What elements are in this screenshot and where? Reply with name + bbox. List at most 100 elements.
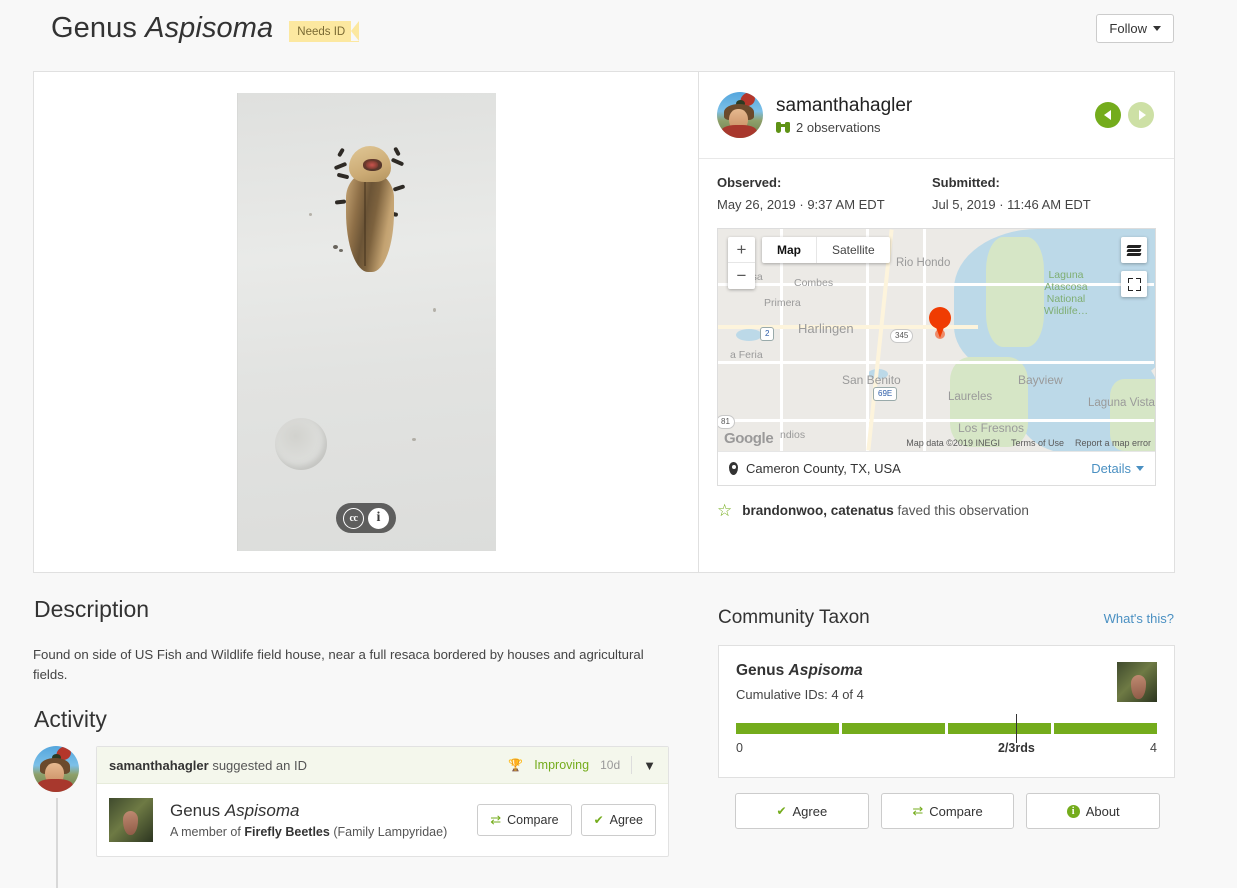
next-observation-button[interactable]: [1128, 102, 1154, 128]
observation-card: cc i samanthahagler 2 observations Obser…: [33, 71, 1175, 573]
family-scientific-name: (Family Lampyridae): [333, 825, 448, 839]
community-taxon-card: Genus Aspisoma Cumulative IDs: 4 of 4 0 …: [718, 645, 1175, 778]
map-type-satellite[interactable]: Satellite: [816, 237, 890, 263]
beetle-subject: [333, 142, 405, 272]
map-data-attribution: Map data ©2019 INEGI: [906, 438, 1000, 448]
identification-taxon: Genus Aspisoma A member of Firefly Beetl…: [170, 801, 447, 839]
previous-observation-button[interactable]: [1095, 102, 1121, 128]
community-about-button[interactable]: i About: [1026, 793, 1161, 829]
zoom-out-button[interactable]: −: [728, 263, 755, 289]
community-taxon-scientific-name: Aspisoma: [788, 662, 863, 679]
page-title: Genus Aspisoma Needs ID: [51, 12, 360, 45]
layers-icon: [1126, 244, 1142, 256]
whats-this-link[interactable]: What's this?: [1104, 611, 1174, 626]
taxon-scientific-name: Aspisoma: [224, 801, 300, 820]
observer-observation-count: 2 observations: [776, 120, 912, 135]
avatar[interactable]: [717, 92, 763, 138]
title-rank: Genus: [51, 12, 137, 44]
community-taxon-heading: Community Taxon: [718, 607, 870, 628]
timeline-line: [56, 798, 58, 888]
family-common-name[interactable]: Firefly Beetles: [244, 825, 329, 839]
community-about-label: About: [1085, 803, 1120, 819]
map-container: Combes Primera Harlingen Rio Hondo San B…: [717, 228, 1156, 486]
scale-mid-label: 2/3rds: [997, 741, 1035, 755]
follow-button[interactable]: Follow: [1096, 14, 1174, 43]
observation-photo[interactable]: cc i: [236, 93, 496, 551]
follow-label: Follow: [1109, 21, 1147, 36]
observer-meta: samanthahagler 2 observations: [776, 95, 912, 135]
chevron-down-icon: [1136, 466, 1144, 471]
community-compare-button[interactable]: ⇄ Compare: [880, 793, 1015, 829]
fullscreen-icon: [1127, 277, 1141, 291]
google-logo: Google: [724, 430, 774, 447]
identification-author[interactable]: samanthahagler: [109, 758, 209, 773]
identification-time: 10d: [600, 758, 621, 772]
community-compare-label: Compare: [929, 803, 983, 819]
identification-taxon-name[interactable]: Genus Aspisoma: [170, 801, 447, 821]
map-marker[interactable]: [929, 307, 951, 339]
map-attribution: Map data ©2019 INEGI Terms of Use Report…: [906, 438, 1151, 448]
map-fullscreen-button[interactable]: [1121, 271, 1147, 297]
binoculars-icon: [776, 122, 790, 134]
observation-info-pane: samanthahagler 2 observations Observed: …: [698, 72, 1174, 572]
page-header: Genus Aspisoma Needs ID Follow: [0, 0, 1237, 62]
identification-card: samanthahagler suggested an ID 🏆 Improvi…: [96, 746, 669, 857]
community-agree-label: Agree: [792, 803, 828, 819]
avatar[interactable]: [33, 746, 79, 792]
identification-header: samanthahagler suggested an ID 🏆 Improvi…: [97, 747, 668, 784]
compare-icon: ⇄: [490, 812, 502, 827]
zoom-in-button[interactable]: +: [728, 237, 755, 263]
creative-commons-icon[interactable]: cc: [343, 507, 364, 529]
submitted-block: Submitted: Jul 5, 2019 · 11:46 AM EDT: [932, 175, 1147, 212]
faves-suffix: faved this observation: [897, 503, 1029, 518]
compare-button[interactable]: ⇄ Compare: [477, 804, 572, 836]
map-layers-button[interactable]: [1121, 237, 1147, 263]
map-terms-link[interactable]: Terms of Use: [1011, 438, 1064, 448]
compare-label: Compare: [507, 813, 559, 827]
description-heading: Description: [34, 596, 150, 622]
community-taxon-top: Genus Aspisoma Cumulative IDs: 4 of 4: [736, 662, 1157, 702]
identification-action: suggested an ID: [212, 757, 308, 773]
identification-header-text: samanthahagler suggested an ID: [109, 758, 307, 773]
title-scientific-name: Aspisoma: [145, 12, 274, 44]
submitted-value: Jul 5, 2019 · 11:46 AM EDT: [932, 197, 1091, 212]
dates-row: Observed: May 26, 2019 · 9:37 AM EDT Sub…: [699, 159, 1174, 224]
observed-label: Observed:: [717, 175, 782, 190]
observed-block: Observed: May 26, 2019 · 9:37 AM EDT: [717, 175, 932, 212]
bar-segment: [948, 723, 1051, 734]
taxon-thumbnail[interactable]: [1117, 662, 1157, 702]
map-zoom-controls: + −: [728, 237, 755, 289]
map-report-link[interactable]: Report a map error: [1075, 438, 1151, 448]
community-taxon-name[interactable]: Genus Aspisoma: [736, 662, 864, 680]
observation-map[interactable]: Combes Primera Harlingen Rio Hondo San B…: [718, 229, 1155, 451]
observer-username[interactable]: samanthahagler: [776, 95, 912, 117]
star-icon[interactable]: ☆: [717, 502, 732, 519]
community-taxon-rank: Genus: [736, 662, 785, 679]
map-type-map[interactable]: Map: [762, 237, 816, 263]
chevron-down-icon[interactable]: ▼: [643, 758, 656, 773]
agree-button[interactable]: ✔ Agree: [580, 804, 656, 836]
status-badge: Needs ID: [289, 21, 360, 42]
community-taxon-actions: ✔ Agree ⇄ Compare i About: [735, 793, 1161, 829]
trophy-icon: 🏆: [508, 758, 524, 772]
bar-segment: [1054, 723, 1157, 734]
agree-label: Agree: [609, 813, 643, 827]
photo-pane: cc i: [34, 72, 698, 572]
identification-actions: ⇄ Compare ✔ Agree: [477, 804, 656, 836]
consensus-threshold-tick: [1016, 714, 1018, 743]
cumulative-ids: Cumulative IDs: 4 of 4: [736, 687, 864, 702]
identification-meta: 🏆 Improving 10d ▼: [508, 756, 656, 774]
map-details-button[interactable]: Details: [1091, 461, 1144, 476]
community-agree-button[interactable]: ✔ Agree: [735, 793, 869, 829]
check-icon: ✔: [776, 804, 787, 818]
activity-avatar-wrap: [33, 746, 80, 888]
info-icon[interactable]: i: [368, 507, 389, 529]
chevron-down-icon: [1153, 26, 1161, 31]
community-taxon-thumbnail-wrap: [1117, 662, 1157, 702]
observation-page: Genus Aspisoma Needs ID Follow cc i sama…: [0, 0, 1237, 888]
identification-quality: Improving: [534, 758, 590, 772]
taxon-thumbnail[interactable]: [109, 798, 153, 842]
faves-users[interactable]: brandonwoo, catenatus: [742, 503, 894, 518]
member-of-label: A member of: [170, 825, 241, 839]
compare-icon: ⇄: [912, 803, 924, 818]
